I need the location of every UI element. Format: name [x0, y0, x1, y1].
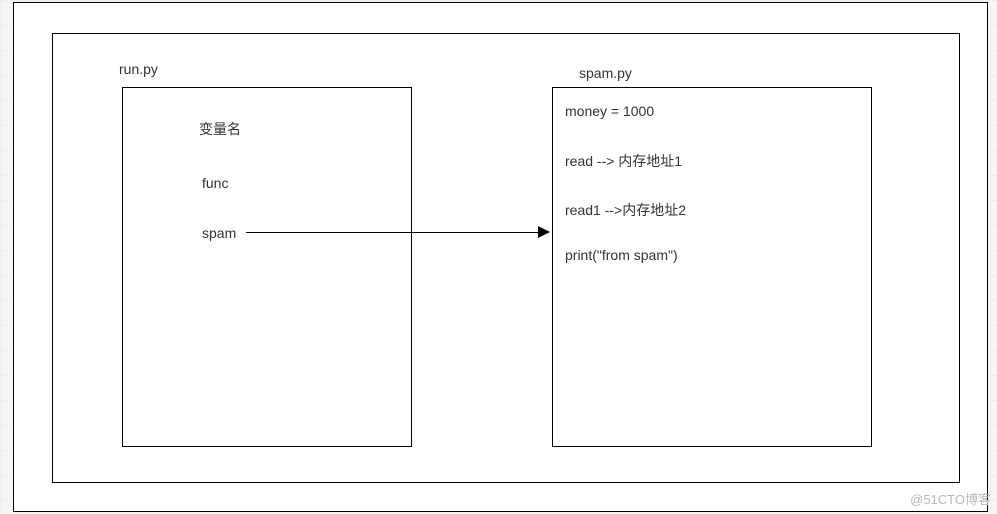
file-label-run: run.py	[119, 61, 158, 77]
arrow-line	[246, 232, 542, 233]
box-spam	[552, 87, 872, 447]
watermark: @51CTO博客	[910, 489, 991, 508]
text-print: print("from spam")	[565, 247, 678, 263]
text-spam: spam	[202, 225, 236, 241]
text-varname: 变量名	[199, 119, 241, 139]
text-read: read --> 内存地址1	[565, 151, 682, 171]
file-label-spam: spam.py	[579, 65, 632, 81]
box-run	[122, 87, 412, 447]
canvas: run.py spam.py 变量名 func spam money = 100…	[13, 2, 988, 512]
arrow-head-icon	[538, 226, 550, 238]
text-money: money = 1000	[565, 103, 654, 119]
text-read1: read1 -->内存地址2	[565, 200, 686, 220]
text-func: func	[202, 175, 228, 191]
